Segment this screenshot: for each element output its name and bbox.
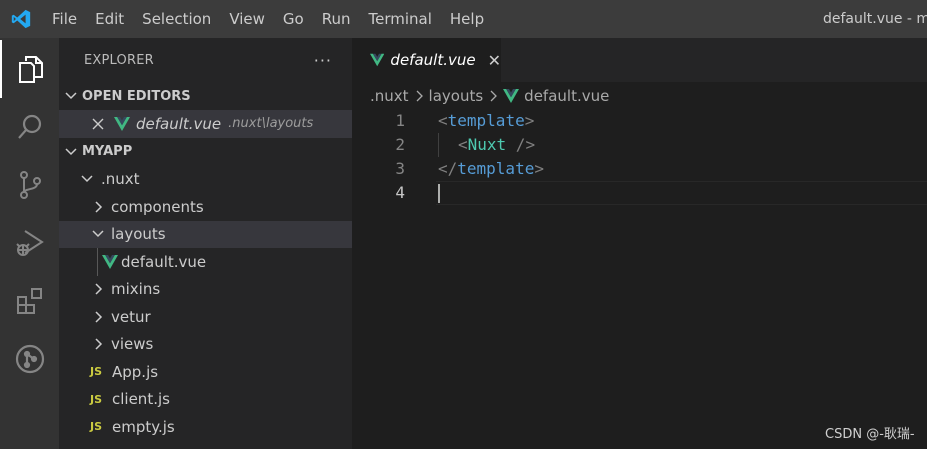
chevron-right-icon	[95, 283, 103, 295]
activity-bar	[0, 38, 59, 449]
open-editor-filename: default.vue	[136, 114, 222, 133]
chevron-down-icon	[65, 147, 77, 155]
tree-label: layouts	[111, 225, 166, 244]
close-icon[interactable]	[92, 118, 104, 130]
breadcrumb-file[interactable]: default.vue	[524, 87, 609, 105]
open-editors-header[interactable]: OPEN EDITORS	[59, 82, 352, 110]
tree-label: default.vue	[121, 252, 207, 271]
git-graph-icon[interactable]	[0, 330, 59, 388]
tree-label: .nuxt	[101, 170, 140, 189]
chevron-right-icon	[416, 90, 423, 101]
text-cursor	[438, 184, 440, 203]
vue-file-icon	[102, 254, 118, 269]
tree-file-default-vue[interactable]: default.vue	[59, 248, 352, 276]
menu-file[interactable]: File	[42, 0, 86, 38]
tab-label: default.vue	[390, 51, 476, 69]
menu-selection[interactable]: Selection	[133, 0, 220, 38]
chevron-down-icon	[81, 175, 93, 183]
tree-folder-views[interactable]: views	[59, 331, 352, 359]
tab-default-vue[interactable]: default.vue ✕	[352, 38, 501, 82]
code-line: 2 <Nuxt />	[352, 133, 927, 157]
more-actions-icon[interactable]: ···	[314, 51, 332, 70]
breadcrumb-nuxt[interactable]: .nuxt	[370, 87, 409, 105]
js-file-icon: JS	[90, 365, 103, 379]
code-line: 3 </template>	[352, 157, 927, 181]
explorer-icon[interactable]	[0, 40, 59, 98]
vue-file-icon	[114, 116, 130, 131]
menu-terminal[interactable]: Terminal	[360, 0, 441, 38]
editor-tabs: default.vue ✕	[352, 38, 927, 82]
explorer-title: EXPLORER	[84, 52, 154, 68]
code-text: <template>	[438, 111, 535, 130]
tree-folder-nuxt[interactable]: .nuxt	[59, 166, 352, 194]
breadcrumb: .nuxt layouts default.vue	[352, 82, 927, 109]
menu-help[interactable]: Help	[441, 0, 493, 38]
chevron-right-icon	[95, 311, 103, 323]
menu-run[interactable]: Run	[313, 0, 360, 38]
tab-close-icon[interactable]: ✕	[488, 51, 501, 70]
line-number: 3	[395, 159, 405, 178]
open-editor-path: .nuxt\layouts	[228, 116, 314, 132]
menu-edit[interactable]: Edit	[86, 0, 133, 38]
project-header[interactable]: MYAPP	[59, 138, 352, 166]
tree-label: App.js	[112, 362, 159, 381]
source-control-icon[interactable]	[0, 156, 59, 214]
js-file-icon: JS	[90, 392, 103, 406]
chevron-right-icon	[95, 201, 103, 213]
tree-label: views	[111, 335, 154, 354]
tree-folder-layouts[interactable]: layouts	[59, 220, 352, 248]
open-editors-label: OPEN EDITORS	[82, 88, 191, 104]
code-line: 1 <template>	[352, 109, 927, 133]
title-bar: File Edit Selection View Go Run Terminal…	[0, 0, 927, 38]
editor-area: default.vue ✕ .nuxt layouts default.vue …	[352, 38, 927, 449]
chevron-down-icon	[65, 92, 77, 100]
search-icon[interactable]	[0, 98, 59, 156]
tree-label: client.js	[112, 390, 170, 409]
tree-label: components	[111, 197, 204, 216]
watermark: CSDN @-耿瑞-	[825, 427, 915, 442]
breadcrumb-layouts[interactable]: layouts	[429, 87, 484, 105]
indent-guide	[97, 248, 98, 276]
code-text: </template>	[438, 159, 544, 178]
js-file-icon: JS	[90, 420, 103, 434]
tree-folder-vetur[interactable]: vetur	[59, 303, 352, 331]
code-text: <Nuxt />	[458, 135, 536, 154]
tree-label: mixins	[111, 280, 161, 299]
chevron-right-icon	[490, 90, 498, 101]
explorer-sidebar: EXPLORER ··· OPEN EDITORS default.vue .n…	[59, 38, 352, 449]
vue-file-icon	[370, 53, 385, 67]
tree-label: vetur	[111, 307, 151, 326]
extensions-icon[interactable]	[0, 272, 59, 330]
line-number: 2	[395, 135, 405, 154]
tree-folder-mixins[interactable]: mixins	[59, 276, 352, 304]
window-title: default.vue - my	[823, 11, 927, 27]
tree-folder-components[interactable]: components	[59, 193, 352, 221]
chevron-right-icon	[95, 338, 103, 350]
code-editor[interactable]: 1 <template> 2 <Nuxt /> 3 </template> 4	[352, 109, 927, 205]
tree-file-app-js[interactable]: JS App.js	[59, 358, 352, 386]
explorer-header: EXPLORER ···	[59, 38, 352, 82]
tree-file-empty-js[interactable]: JS empty.js	[59, 413, 352, 441]
menu-bar: File Edit Selection View Go Run Terminal…	[42, 0, 493, 38]
chevron-down-icon	[92, 230, 104, 238]
tree-label: empty.js	[112, 417, 175, 436]
project-label: MYAPP	[82, 144, 133, 159]
menu-go[interactable]: Go	[274, 0, 313, 38]
line-number: 4	[395, 183, 405, 202]
menu-view[interactable]: View	[220, 0, 274, 38]
vscode-logo-icon	[0, 0, 42, 38]
open-editor-item[interactable]: default.vue .nuxt\layouts	[59, 110, 352, 138]
tree-file-client-js[interactable]: JS client.js	[59, 386, 352, 414]
line-number: 1	[395, 111, 405, 130]
run-debug-icon[interactable]	[0, 214, 59, 272]
vue-file-icon	[503, 88, 520, 103]
